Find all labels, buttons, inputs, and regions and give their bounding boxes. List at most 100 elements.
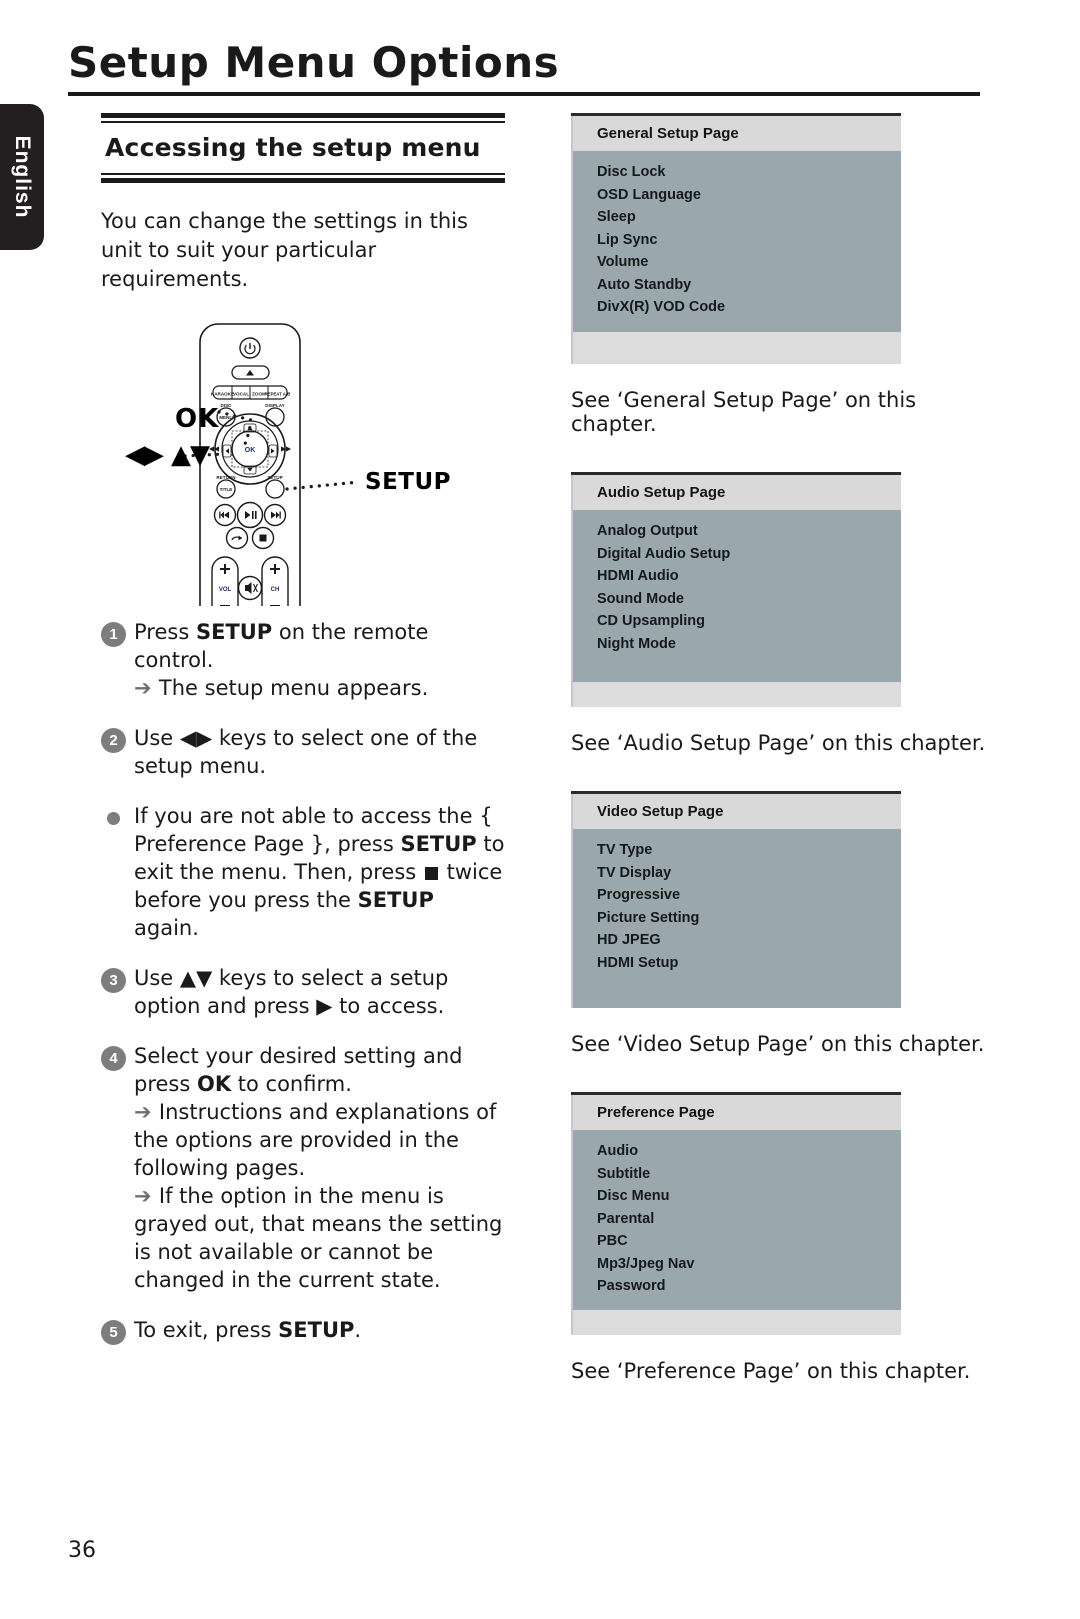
menu-box-item[interactable]: DivX(R) VOD Code	[597, 296, 901, 319]
menu-box-caption: See ‘Audio Setup Page’ on this chapter.	[571, 731, 986, 755]
svg-text:RETURN: RETURN	[216, 475, 236, 480]
intro-text: You can change the settings in this unit…	[101, 209, 468, 291]
setup-menu-box: Preference Page Audio Subtitle Disc Menu Par…	[571, 1092, 901, 1335]
menu-box-left-edge	[571, 116, 573, 364]
bullet-marker	[101, 806, 126, 831]
menu-box-caption: See ‘General Setup Page’ on this chapter…	[571, 388, 917, 436]
stop-square-icon	[424, 867, 438, 880]
menu-box-item[interactable]: TV Display	[597, 862, 901, 885]
step-item: 4 Select your desired setting and press O…	[101, 1042, 505, 1294]
setup-menu-box: Audio Setup Page Analog Output Digital Aud…	[571, 472, 901, 707]
menu-box-left-edge	[571, 794, 573, 1008]
menu-box-left-edge	[571, 475, 573, 707]
menu-box-item[interactable]: Digital Audio Setup	[597, 543, 901, 566]
right-column: General Setup Page Disc Lock OSD Language S…	[571, 113, 991, 1383]
menu-box-item[interactable]: Progressive	[597, 884, 901, 907]
language-tab-label: English	[11, 135, 34, 219]
menu-box-item[interactable]: Sound Mode	[597, 588, 901, 611]
menu-box-footer	[571, 1309, 901, 1335]
step-text: Use ◀▶ keys to select one of the setup m…	[134, 726, 478, 778]
step-text: To exit, press SETUP.	[134, 1318, 362, 1342]
menu-box-item[interactable]: CD Upsampling	[597, 610, 901, 633]
section-heading: Accessing the setup menu	[105, 133, 481, 162]
svg-text:VOL: VOL	[219, 587, 232, 593]
menu-box-footer	[571, 332, 901, 364]
step-number-marker: 1	[101, 622, 126, 647]
step-item: 5 To exit, press SETUP.	[101, 1316, 505, 1345]
steps-list: 1 Press SETUP on the remote control. ➔ The…	[101, 618, 505, 1345]
section-heading-rule-bottom	[101, 173, 505, 183]
menu-box-item[interactable]: Auto Standby	[597, 274, 901, 297]
menu-box-item[interactable]: HD JPEG	[597, 929, 901, 952]
step-sub-note: ➔ If the option in the menu is grayed ou…	[134, 1184, 503, 1292]
svg-text:SETUP: SETUP	[267, 475, 282, 480]
menu-box-item[interactable]: Analog Output	[597, 520, 901, 543]
callout-arrow-keys-label: ◀▶ ▲▼	[125, 440, 210, 470]
menu-box-item[interactable]: Night Mode	[597, 633, 901, 656]
svg-text:REPEAT A-B: REPEAT A-B	[265, 392, 291, 397]
section-heading-rule-top	[101, 113, 505, 123]
menu-box-title: Video Setup Page	[571, 794, 901, 829]
step-number-marker: 2	[101, 728, 126, 753]
step-sub-note: ➔ The setup menu appears.	[134, 676, 429, 700]
page-title: Setup Menu Options	[68, 38, 560, 87]
setup-menu-box: Video Setup Page TV Type TV Display Progres…	[571, 791, 901, 1008]
callout-setup-label: SETUP	[365, 469, 451, 495]
menu-screenshot-block: General Setup Page Disc Lock OSD Language S…	[571, 113, 991, 436]
language-tab: English	[0, 104, 44, 250]
menu-box-item[interactable]: Sleep	[597, 206, 901, 229]
menu-box-item-list: Analog Output Digital Audio Setup HDMI Aud…	[571, 510, 901, 682]
menu-box-left-edge	[571, 1095, 573, 1335]
svg-text:TITLE: TITLE	[220, 487, 233, 492]
step-item: If you are not able to access the { Pref…	[101, 802, 505, 942]
menu-box-caption: See ‘Video Setup Page’ on this chapter.	[571, 1032, 985, 1056]
menu-box-item[interactable]: TV Type	[597, 839, 901, 862]
step-text: Press SETUP on the remote control. ➔ The …	[134, 618, 505, 702]
title-divider	[68, 92, 980, 96]
callout-ok-label: OK	[175, 404, 220, 434]
menu-box-caption: See ‘Preference Page’ on this chapter.	[571, 1358, 971, 1383]
menu-screenshot-block: Audio Setup Page Analog Output Digital Aud…	[571, 472, 991, 755]
result-arrow-icon: ➔	[134, 676, 159, 700]
left-column: Accessing the setup menu You can change …	[101, 113, 505, 1345]
menu-box-item[interactable]: Subtitle	[597, 1163, 901, 1186]
result-arrow-icon: ➔	[134, 1100, 159, 1124]
menu-box-item[interactable]: HDMI Setup	[597, 952, 901, 975]
step-text: Select your desired setting and press OK…	[134, 1042, 505, 1294]
svg-text:VOCAL: VOCAL	[233, 392, 249, 397]
step-number-marker: 4	[101, 1046, 126, 1071]
svg-text:KARAOKE: KARAOKE	[211, 392, 234, 397]
menu-box-item[interactable]: Password	[597, 1275, 901, 1298]
menu-box-item-list: TV Type TV Display Progressive Picture Sett…	[571, 829, 901, 1008]
menu-box-item[interactable]: HDMI Audio	[597, 565, 901, 588]
menu-screenshot-block: Video Setup Page TV Type TV Display Progres…	[571, 791, 991, 1056]
svg-text:OK: OK	[245, 447, 256, 454]
menu-box-item[interactable]: Volume	[597, 251, 901, 274]
menu-screenshot-block: Preference Page Audio Subtitle Disc Menu Par…	[571, 1092, 991, 1383]
menu-box-footer	[571, 682, 901, 707]
menu-box-item[interactable]: Mp3/Jpeg Nav	[597, 1253, 901, 1276]
menu-box-item[interactable]: Parental	[597, 1208, 901, 1231]
svg-text:DISC: DISC	[221, 403, 233, 408]
step-number-marker: 3	[101, 968, 126, 993]
menu-box-item[interactable]: PBC	[597, 1230, 901, 1253]
page-number: 36	[68, 1538, 96, 1563]
menu-box-item[interactable]: Audio	[597, 1140, 901, 1163]
menu-box-item-list: Disc Lock OSD Language Sleep Lip Sync Volume…	[571, 151, 901, 332]
svg-text:CH: CH	[271, 587, 280, 593]
menu-box-item[interactable]: Disc Menu	[597, 1185, 901, 1208]
menu-box-item[interactable]: Disc Lock	[597, 161, 901, 184]
menu-box-item[interactable]: Lip Sync	[597, 229, 901, 252]
step-text: Use ▲▼ keys to select a setup option and…	[134, 966, 449, 1018]
step-sub-note: ➔ Instructions and explanations of the o…	[134, 1100, 497, 1180]
menu-box-title: Audio Setup Page	[571, 475, 901, 510]
step-number-marker: 5	[101, 1320, 126, 1345]
remote-control-illustration: KARAOKE VOCAL ZOOM REPEAT A-B DISC MENU …	[101, 316, 505, 643]
step-item: 3 Use ▲▼ keys to select a setup option an…	[101, 964, 505, 1020]
menu-box-item[interactable]: OSD Language	[597, 184, 901, 207]
menu-box-item[interactable]: Picture Setting	[597, 907, 901, 930]
svg-text:DISPLAY: DISPLAY	[265, 403, 285, 408]
result-arrow-icon: ➔	[134, 1184, 159, 1208]
setup-menu-box: General Setup Page Disc Lock OSD Language S…	[571, 113, 901, 364]
step-item: 1 Press SETUP on the remote control. ➔ The…	[101, 618, 505, 702]
